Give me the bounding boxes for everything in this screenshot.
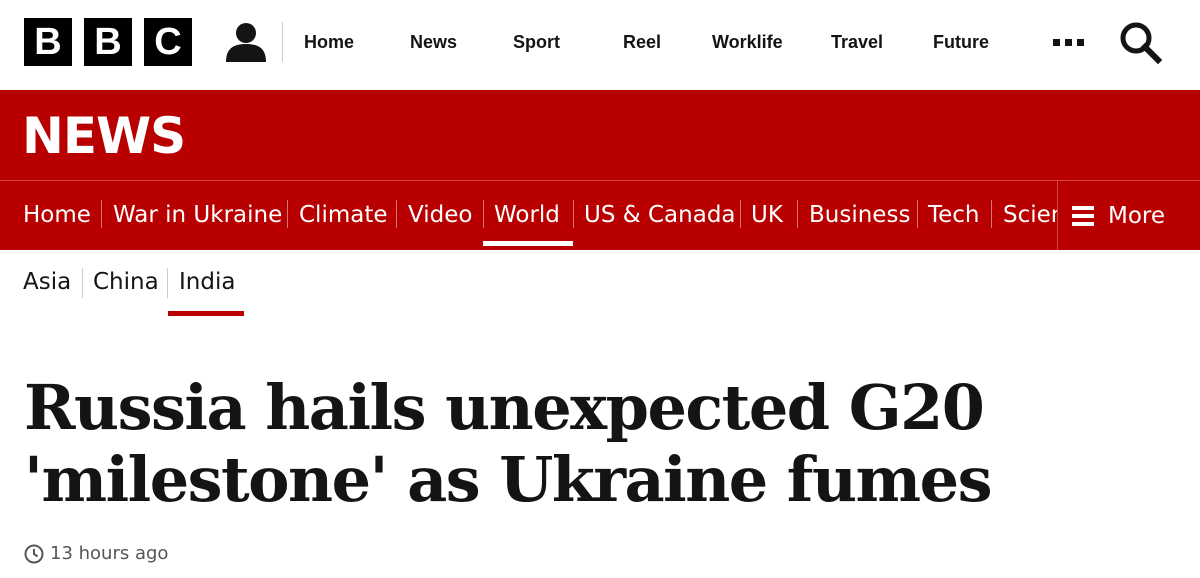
timestamp-text: 13 hours ago (50, 543, 169, 564)
subnav-separator (82, 268, 83, 298)
topnav-worklife[interactable]: Worklife (712, 0, 783, 84)
bbc-logo[interactable]: B B C (24, 18, 192, 66)
news-title[interactable]: NEWS (22, 108, 186, 164)
section-separator (740, 200, 741, 228)
section-item-us-canada[interactable]: US & Canada (584, 180, 736, 249)
logo-letter-b1: B (24, 18, 72, 66)
section-separator (797, 200, 798, 228)
section-separator (991, 200, 992, 228)
section-separator (396, 200, 397, 228)
section-item-climate[interactable]: Climate (299, 180, 388, 249)
section-item-science[interactable]: Science (1003, 180, 1057, 249)
topnav-travel[interactable]: Travel (831, 0, 883, 84)
article-headline: Russia hails unexpected G20 'milestone' … (24, 372, 1124, 516)
logo-letter-b2: B (84, 18, 132, 66)
section-separator (101, 200, 102, 228)
topnav-future[interactable]: Future (933, 0, 989, 84)
article-timestamp: 13 hours ago (24, 543, 168, 564)
headline-line-1: Russia hails unexpected G20 (24, 371, 985, 444)
topnav-home[interactable]: Home (304, 0, 354, 84)
section-more-button[interactable]: More (1057, 181, 1200, 250)
clock-icon (24, 544, 44, 563)
section-item-business[interactable]: Business (809, 180, 910, 249)
section-item-science-clip: Science (1003, 180, 1057, 250)
section-item-uk[interactable]: UK (751, 180, 783, 249)
hamburger-icon (1072, 205, 1094, 226)
section-item-war-in-ukraine[interactable]: War in Ukraine (113, 180, 282, 249)
section-item-home[interactable]: Home (23, 180, 91, 249)
subnav-separator (167, 268, 168, 298)
subnav-item-asia[interactable]: Asia (23, 262, 71, 302)
section-separator (483, 200, 484, 228)
subnav-active-indicator (168, 311, 244, 316)
subnav-item-china[interactable]: China (93, 262, 159, 302)
topnav-news[interactable]: News (410, 0, 457, 84)
ellipsis-icon[interactable] (1050, 30, 1086, 54)
section-item-world[interactable]: World (494, 180, 560, 249)
section-separator (573, 200, 574, 228)
section-active-indicator (483, 241, 573, 246)
topnav-sport[interactable]: Sport (513, 0, 560, 84)
top-divider (282, 22, 283, 62)
topnav-reel[interactable]: Reel (623, 0, 661, 84)
section-separator (287, 200, 288, 228)
section-more-label: More (1108, 202, 1166, 229)
search-icon[interactable] (1118, 20, 1162, 64)
section-item-tech[interactable]: Tech (928, 180, 980, 249)
account-icon[interactable] (224, 20, 268, 64)
section-separator (917, 200, 918, 228)
subnav-item-india[interactable]: India (179, 262, 235, 302)
logo-letter-c: C (144, 18, 192, 66)
headline-line-2: 'milestone' as Ukraine fumes (24, 443, 993, 516)
section-item-video[interactable]: Video (408, 180, 472, 249)
